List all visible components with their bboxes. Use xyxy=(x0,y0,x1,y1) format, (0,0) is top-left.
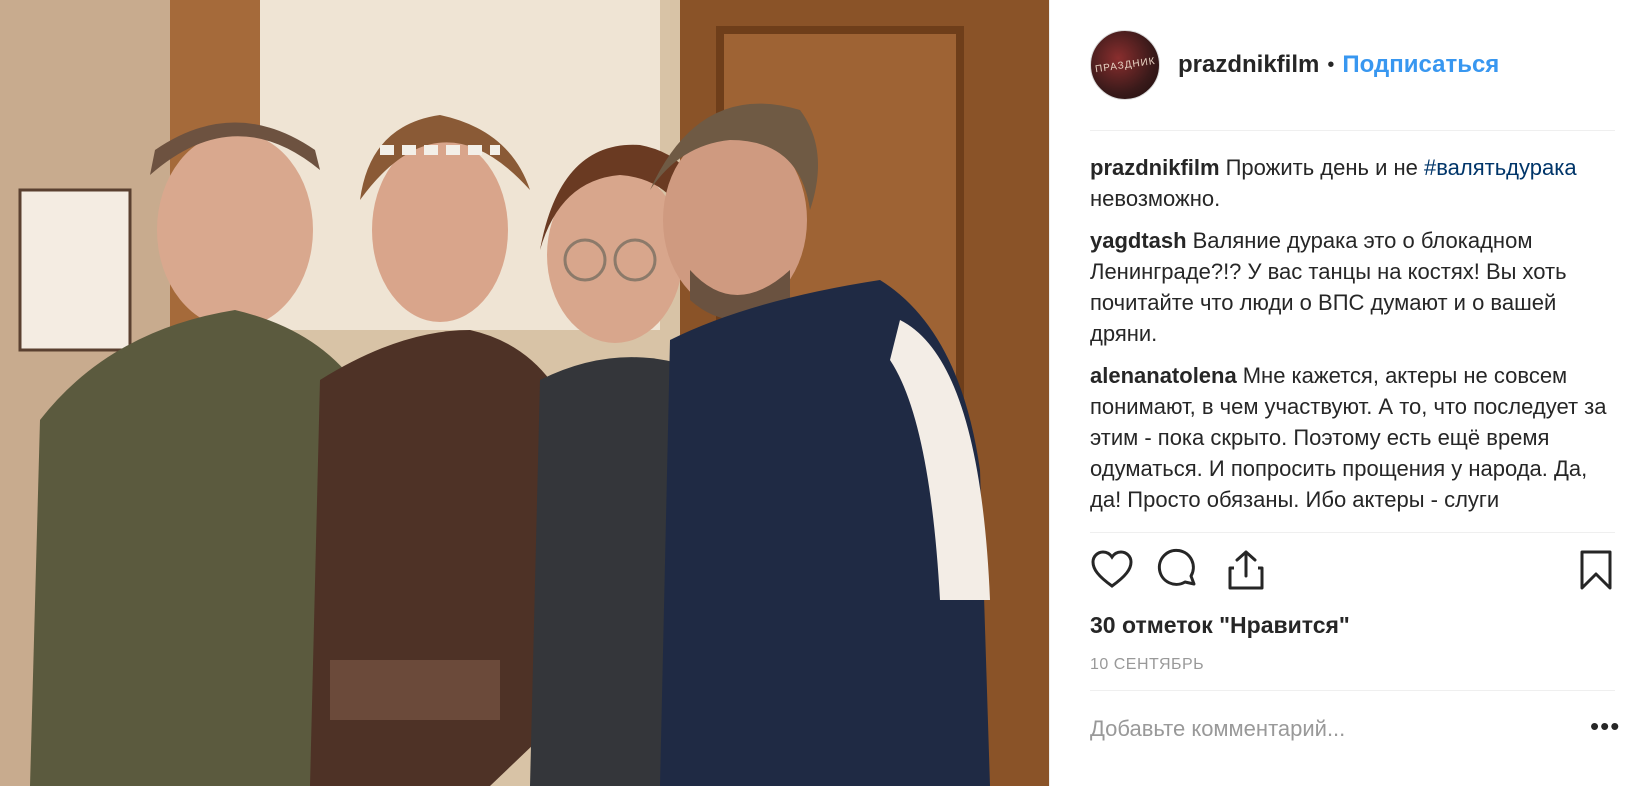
comments-list[interactable]: prazdnikfilm Прожить день и не #валятьдур… xyxy=(1090,152,1615,532)
add-comment-input[interactable] xyxy=(1090,712,1570,746)
header-username[interactable]: prazdnikfilm xyxy=(1178,51,1319,79)
avatar[interactable]: ПРАЗДНИК xyxy=(1090,30,1160,100)
comment-text: Прожить день и не xyxy=(1225,155,1424,180)
comment-username[interactable]: yagdtash xyxy=(1090,228,1187,253)
comment-username[interactable]: prazdnikfilm xyxy=(1090,155,1220,180)
comment-item: alenanatolena Мне кажется, актеры не совс… xyxy=(1090,360,1615,515)
photo-illustration xyxy=(0,0,1049,786)
share-icon[interactable] xyxy=(1224,548,1268,592)
post-photo[interactable] xyxy=(0,0,1049,786)
more-options-icon[interactable]: ••• xyxy=(1590,713,1620,739)
heart-icon[interactable] xyxy=(1090,548,1134,592)
header-divider xyxy=(1090,130,1615,131)
post-header: ПРАЗДНИК prazdnikfilm • Подписаться xyxy=(1090,30,1610,100)
comment-username[interactable]: alenanatolena xyxy=(1090,363,1237,388)
comment-text: невозможно. xyxy=(1090,186,1221,211)
bookmark-icon[interactable] xyxy=(1574,548,1618,592)
comment-item: yagdtash Валяние дурака это о блокадном Л… xyxy=(1090,225,1615,349)
footer-divider xyxy=(1090,690,1615,691)
follow-button[interactable]: Подписаться xyxy=(1342,51,1499,79)
comment-bubble-icon[interactable] xyxy=(1156,548,1200,592)
hashtag-link[interactable]: #валятьдурака xyxy=(1424,155,1577,180)
post-date: 10 СЕНТЯБРЬ xyxy=(1090,656,1205,673)
comments-divider xyxy=(1090,532,1615,533)
avatar-logo-text: ПРАЗДНИК xyxy=(1094,55,1156,75)
post-side-panel: ПРАЗДНИК prazdnikfilm • Подписаться praz… xyxy=(1049,0,1631,786)
header-separator: • xyxy=(1327,53,1335,76)
comment-caption: prazdnikfilm Прожить день и не #валятьдур… xyxy=(1090,152,1615,214)
action-bar xyxy=(1090,548,1615,598)
likes-count[interactable]: 30 отметок "Нравится" xyxy=(1090,612,1350,639)
